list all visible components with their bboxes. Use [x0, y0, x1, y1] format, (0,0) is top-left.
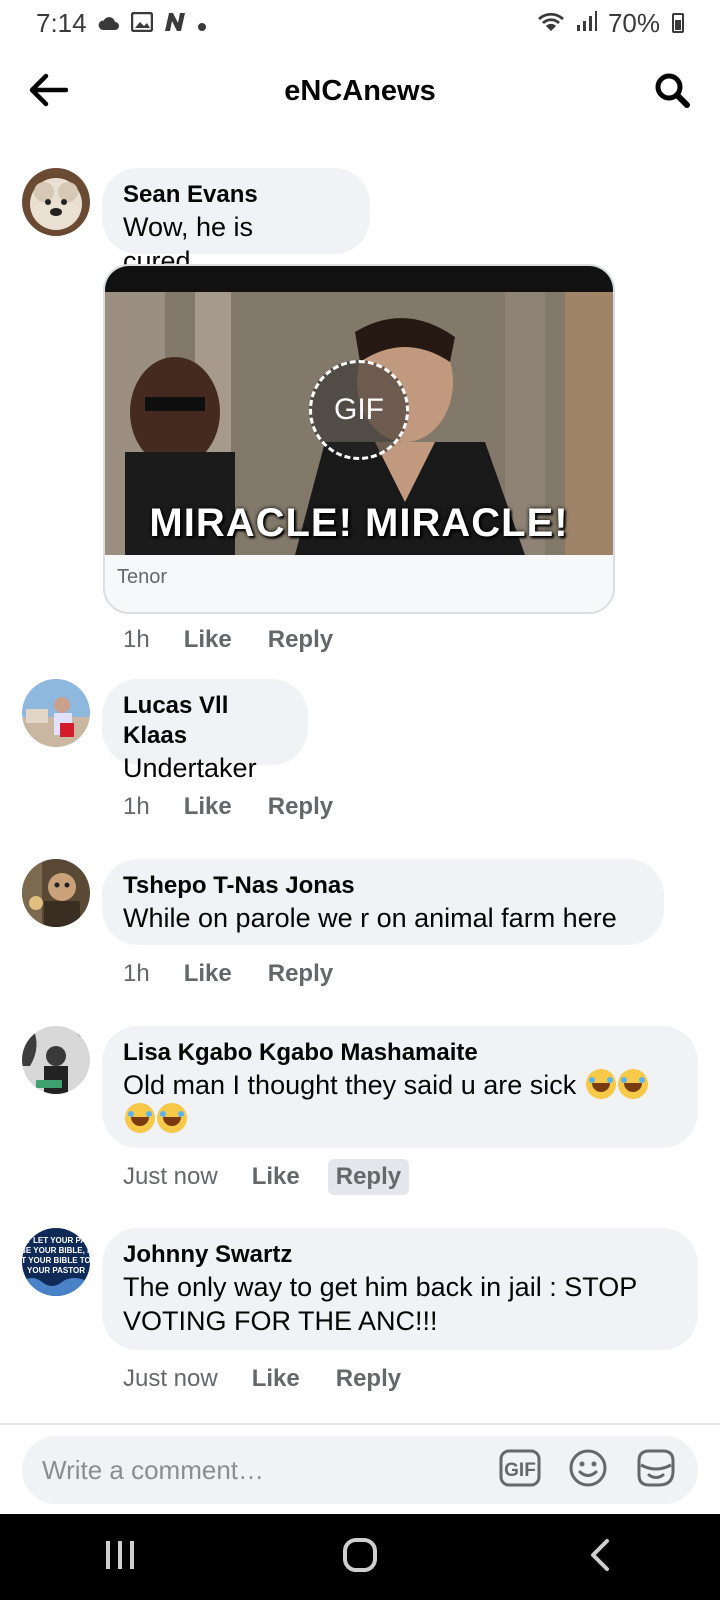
status-left: 7:14 — [36, 8, 207, 39]
cloud-icon — [97, 8, 121, 39]
like-button[interactable]: Like — [244, 1159, 308, 1195]
reply-button[interactable]: Reply — [327, 1159, 410, 1195]
screen: 7:14 70% eNCAnews Sean Evans Wow, he is … — [0, 0, 720, 1600]
status-time: 7:14 — [36, 7, 87, 38]
comment-time[interactable]: 1h — [123, 793, 150, 821]
n-app-icon — [163, 8, 187, 39]
reply-button[interactable]: Reply — [328, 1361, 409, 1397]
comment-bubble[interactable]: Lucas Vll Klaas Undertaker — [102, 679, 308, 783]
comment-bubble[interactable]: Tshepo T-Nas Jonas While on parole we r … — [102, 859, 664, 945]
status-right: 70% — [536, 8, 684, 39]
arrow-left-icon — [28, 73, 69, 112]
comment-text-content: Old man I thought they said u are sick — [123, 1070, 577, 1100]
home-button[interactable] — [320, 1527, 400, 1587]
comment-input[interactable] — [42, 1454, 474, 1486]
search-icon — [653, 71, 691, 114]
avatar-text-line: T YOUR BIBLE TO — [22, 1256, 90, 1265]
gif-button[interactable]: GIF — [498, 1448, 542, 1492]
svg-text:GIF: GIF — [504, 1460, 536, 1481]
avatar[interactable] — [22, 168, 90, 236]
comment-time[interactable]: 1h — [123, 960, 150, 988]
comment-actions: 1h Like Reply — [123, 620, 369, 660]
back-button[interactable] — [26, 70, 70, 114]
sticker-icon — [635, 1447, 677, 1494]
comment-time[interactable]: Just now — [123, 1163, 218, 1191]
comment-actions: Just now Like Reply — [123, 1359, 437, 1399]
avatar-text-line: YOUR PASTOR — [27, 1266, 85, 1275]
comment-time[interactable]: 1h — [123, 626, 150, 654]
gif-attachment[interactable]: MIRACLE! MIRACLE! GIF Tenor — [103, 264, 615, 614]
back-icon — [589, 1538, 611, 1577]
sticker-button[interactable] — [634, 1448, 678, 1492]
battery-icon — [672, 13, 684, 33]
status-bar: 7:14 70% — [0, 0, 720, 46]
comment-author[interactable]: Johnny Swartz — [123, 1240, 677, 1270]
comment-text: While on parole we r on animal farm here — [123, 903, 617, 933]
reply-button[interactable]: Reply — [260, 956, 341, 992]
battery-text: 70% — [607, 7, 660, 38]
reply-button[interactable]: Reply — [260, 622, 341, 658]
recent-apps-button[interactable] — [80, 1527, 160, 1587]
image-icon — [130, 8, 153, 39]
comment-author[interactable]: Lisa Kgabo Kgabo Mashamaite — [123, 1038, 677, 1068]
comment-author[interactable]: Tshepo T-Nas Jonas — [123, 871, 643, 901]
emoji-icon — [568, 1448, 608, 1493]
comment-actions: 1h Like Reply — [123, 787, 369, 827]
avatar-text-line: T LET YOUR PA — [26, 1236, 86, 1245]
search-button[interactable] — [650, 70, 694, 114]
comment-time[interactable]: Just now — [123, 1365, 218, 1393]
signal-icon — [576, 8, 598, 39]
avatar[interactable] — [22, 1026, 90, 1094]
comment-actions: 1h Like Reply — [123, 954, 369, 994]
avatar[interactable]: T LET YOUR PA BE YOUR BIBLE, L T YOUR BI… — [22, 1228, 90, 1296]
face-with-tears-of-joy-icon — [617, 1069, 648, 1099]
comment-bubble[interactable]: Sean Evans Wow, he is cured… — [102, 168, 370, 276]
gif-badge-label: GIF — [334, 393, 384, 426]
reply-button[interactable]: Reply — [260, 789, 341, 825]
gif-play-button[interactable]: GIF — [309, 360, 409, 460]
like-button[interactable]: Like — [244, 1361, 308, 1397]
like-button[interactable]: Like — [176, 956, 240, 992]
comment-composer: GIF — [22, 1436, 698, 1504]
comment-text: The only way to get him back in jail : S… — [123, 1272, 637, 1336]
comment-author[interactable]: Lucas Vll Klaas — [123, 691, 287, 751]
composer-divider — [0, 1423, 720, 1425]
comment-author[interactable]: Sean Evans — [123, 180, 349, 210]
face-with-tears-of-joy-icon — [125, 1103, 155, 1133]
avatar[interactable] — [22, 859, 90, 927]
gif-caption: MIRACLE! MIRACLE! — [149, 501, 569, 545]
like-button[interactable]: Like — [176, 789, 240, 825]
gif-source[interactable]: Tenor — [117, 566, 167, 589]
like-button[interactable]: Like — [176, 622, 240, 658]
comment-bubble[interactable]: Lisa Kgabo Kgabo Mashamaite Old man I th… — [102, 1026, 698, 1148]
wifi-icon — [536, 8, 566, 39]
comment-text: Undertaker — [123, 753, 257, 783]
gif-image[interactable]: MIRACLE! MIRACLE! GIF — [105, 266, 613, 555]
system-back-button[interactable] — [560, 1527, 640, 1587]
comment-text: Old man I thought they said u are sick — [123, 1068, 677, 1136]
app-header: eNCAnews — [0, 56, 720, 126]
navigation-bar — [0, 1514, 720, 1600]
comment-bubble[interactable]: Johnny Swartz The only way to get him ba… — [102, 1228, 698, 1350]
face-with-tears-of-joy-icon — [585, 1069, 616, 1099]
dot-icon — [197, 8, 207, 39]
home-icon — [342, 1537, 378, 1578]
recent-apps-icon — [103, 1539, 137, 1576]
avatar[interactable] — [22, 679, 90, 747]
face-with-tears-of-joy-icon — [157, 1103, 187, 1133]
page-title: eNCAnews — [284, 74, 436, 107]
gif-icon: GIF — [499, 1449, 541, 1492]
emoji-button[interactable] — [566, 1448, 610, 1492]
avatar-text-line: BE YOUR BIBLE, L — [22, 1246, 90, 1255]
comment-actions: Just now Like Reply — [123, 1157, 437, 1197]
